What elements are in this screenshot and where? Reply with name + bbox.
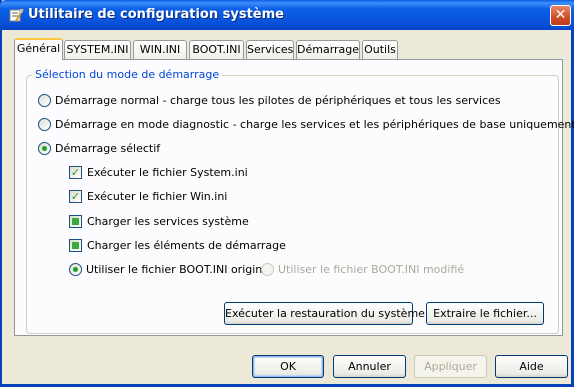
- tab-demarrage[interactable]: Démarrage: [296, 40, 360, 59]
- system-restore-button[interactable]: Exécuter la restauration du système: [224, 302, 425, 325]
- checkbox[interactable]: ✓: [69, 166, 82, 179]
- tab-services[interactable]: Services: [246, 40, 294, 59]
- tab-win-ini[interactable]: WIN.INI: [133, 40, 187, 59]
- radio-label: Utiliser le fichier BOOT.INI original: [86, 263, 273, 276]
- tab-general[interactable]: Général: [14, 38, 63, 60]
- radio-normal-startup[interactable]: Démarrage normal - charge tous les pilot…: [38, 94, 501, 107]
- radio-diagnostic-startup[interactable]: Démarrage en mode diagnostic - charge le…: [38, 118, 574, 131]
- checkbox-label: Charger les services système: [87, 215, 249, 228]
- msconfig-window: Utilitaire de configuration système ✕ Gé…: [0, 0, 574, 387]
- checkbox[interactable]: ✓: [69, 190, 82, 203]
- radio-boot-ini-modified: Utiliser le fichier BOOT.INI modifié: [261, 263, 464, 276]
- extract-file-button[interactable]: Extraire le fichier...: [426, 302, 544, 325]
- radio-selective-startup[interactable]: Démarrage sélectif: [38, 142, 160, 155]
- radio-button: [261, 263, 274, 276]
- close-button[interactable]: ✕: [550, 5, 571, 26]
- window-title: Utilitaire de configuration système: [28, 7, 284, 22]
- radio-button[interactable]: [38, 94, 51, 107]
- check-system-ini[interactable]: ✓ Exécuter le fichier System.ini: [69, 166, 248, 179]
- cancel-button[interactable]: Annuler: [333, 355, 406, 378]
- tab-outils[interactable]: Outils: [362, 40, 398, 59]
- help-button[interactable]: Aide: [495, 355, 568, 378]
- checkbox[interactable]: [69, 239, 82, 252]
- tab-system-ini[interactable]: SYSTEM.INI: [64, 40, 131, 59]
- startup-mode-legend: Sélection du mode de démarrage: [32, 68, 223, 81]
- checkbox-label: Exécuter le fichier System.ini: [87, 166, 248, 179]
- radio-button[interactable]: [38, 118, 51, 131]
- apply-button: Appliquer: [414, 355, 487, 378]
- checkbox-label: Exécuter le fichier Win.ini: [87, 190, 228, 203]
- radio-label: Démarrage en mode diagnostic - charge le…: [55, 118, 574, 131]
- checkbox[interactable]: [69, 215, 82, 228]
- title-bar[interactable]: Utilitaire de configuration système ✕: [0, 0, 574, 30]
- radio-button[interactable]: [69, 263, 82, 276]
- tab-boot-ini[interactable]: BOOT.INI: [189, 40, 244, 59]
- check-startup-items[interactable]: Charger les éléments de démarrage: [69, 239, 286, 252]
- radio-label: Démarrage normal - charge tous les pilot…: [55, 94, 501, 107]
- ok-button[interactable]: OK: [252, 355, 324, 378]
- startup-mode-group: [26, 75, 559, 334]
- radio-label: Utiliser le fichier BOOT.INI modifié: [278, 263, 465, 276]
- radio-boot-ini-original[interactable]: Utiliser le fichier BOOT.INI original: [69, 263, 272, 276]
- radio-label: Démarrage sélectif: [55, 142, 161, 155]
- check-system-services[interactable]: Charger les services système: [69, 215, 249, 228]
- checkbox-label: Charger les éléments de démarrage: [87, 239, 286, 252]
- check-win-ini[interactable]: ✓ Exécuter le fichier Win.ini: [69, 190, 227, 203]
- close-icon: ✕: [554, 7, 567, 23]
- msconfig-icon: [9, 8, 24, 22]
- radio-button[interactable]: [38, 142, 51, 155]
